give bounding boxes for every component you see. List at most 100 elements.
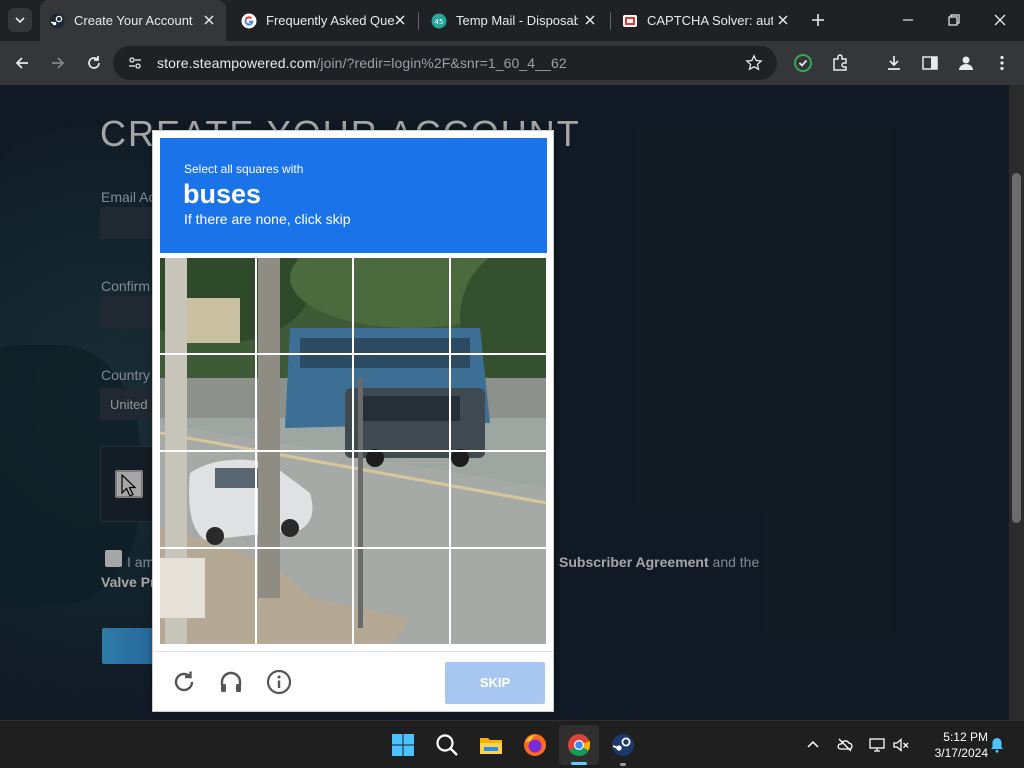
system-clock[interactable]: 5:12 PM 3/17/2024	[918, 729, 988, 761]
captcha-target-object: buses	[183, 179, 262, 209]
tab-captcha-solver[interactable]: CAPTCHA Solver: auto	[612, 0, 800, 41]
tab-separator	[418, 12, 419, 30]
captcha-image-grid	[160, 258, 547, 645]
search-icon[interactable]	[434, 732, 460, 758]
firefox-icon[interactable]	[522, 732, 548, 758]
steam-icon	[49, 13, 65, 28]
browser-toolbar: store.steampowered.com/join/?redir=login…	[0, 41, 1024, 85]
captcha-instruction: Select all squares with	[184, 162, 304, 176]
onedrive-offline-icon[interactable]	[836, 736, 854, 754]
tab-search-button[interactable]	[8, 8, 32, 32]
network-icon[interactable]	[868, 736, 886, 754]
captcha-tile-image	[451, 258, 546, 353]
running-app-indicator	[620, 763, 626, 766]
minimize-icon[interactable]	[898, 10, 918, 30]
captcha-tile-image	[354, 452, 449, 547]
extensions-puzzle-icon[interactable]	[830, 53, 850, 73]
tab-title: Create Your Account	[74, 13, 193, 28]
notification-bell-icon[interactable]	[988, 736, 1006, 754]
captcha-tile[interactable]	[451, 452, 546, 547]
volume-muted-icon[interactable]	[892, 736, 910, 754]
audio-icon[interactable]	[218, 669, 244, 695]
side-panel-icon[interactable]	[920, 53, 940, 73]
forward-icon[interactable]	[48, 53, 68, 73]
menu-dots-icon[interactable]	[992, 53, 1012, 73]
steam-icon[interactable]	[610, 732, 636, 758]
captcha-tile[interactable]	[354, 549, 449, 644]
captcha-tile[interactable]	[451, 355, 546, 450]
captcha-tile[interactable]	[160, 549, 255, 644]
captcha-tile-image	[160, 452, 255, 547]
captcha-tile[interactable]	[257, 355, 352, 450]
profile-avatar-icon[interactable]	[956, 53, 976, 73]
info-icon[interactable]	[266, 669, 292, 695]
tab-title: Temp Mail - Disposab	[456, 13, 578, 28]
tab-title: Frequently Asked Que	[266, 13, 395, 28]
captcha-challenge: Select all squares with buses If there a…	[152, 130, 554, 712]
skip-button[interactable]: SKIP	[445, 662, 545, 704]
tab-title: CAPTCHA Solver: auto	[647, 13, 773, 28]
tab-strip: Create Your Account Frequently Asked Que…	[0, 0, 1024, 41]
captcha-tile-image	[354, 355, 449, 450]
close-window-icon[interactable]	[990, 10, 1010, 30]
tab-create-account[interactable]: Create Your Account	[40, 0, 226, 41]
captcha-footer: SKIP	[153, 651, 553, 711]
captcha-tile-image	[451, 452, 546, 547]
site-info-icon[interactable]	[127, 55, 143, 71]
windows-taskbar: 5:12 PM 3/17/2024	[0, 720, 1024, 768]
tab-temp-mail[interactable]: 45 Temp Mail - Disposab	[421, 0, 607, 41]
close-icon[interactable]	[393, 13, 407, 27]
captcha-tile-image	[257, 355, 352, 450]
captcha-tile[interactable]	[160, 355, 255, 450]
chevron-down-icon	[15, 17, 25, 24]
captcha-tile-image	[257, 258, 352, 353]
reload-icon[interactable]	[171, 669, 197, 695]
captcha-solver-icon	[623, 14, 637, 27]
captcha-tile[interactable]	[257, 549, 352, 644]
captcha-hint: If there are none, click skip	[184, 211, 351, 227]
url-host: store.steampowered.com	[157, 55, 317, 71]
tab-separator	[610, 12, 611, 30]
chrome-icon[interactable]	[566, 732, 592, 758]
chevron-up-icon[interactable]	[804, 736, 822, 754]
captcha-tile[interactable]	[354, 452, 449, 547]
extension-shield-icon[interactable]	[793, 53, 813, 73]
close-icon[interactable]	[776, 13, 790, 27]
captcha-tile-image	[257, 452, 352, 547]
clock-time: 5:12 PM	[943, 730, 988, 744]
url-text: store.steampowered.com/join/?redir=login…	[157, 55, 567, 71]
captcha-tile-image	[451, 549, 546, 644]
captcha-tile-image	[354, 258, 449, 353]
address-bar[interactable]: store.steampowered.com/join/?redir=login…	[113, 46, 777, 80]
active-app-indicator	[571, 762, 587, 765]
captcha-tile[interactable]	[160, 452, 255, 547]
captcha-header: Select all squares with buses If there a…	[160, 138, 547, 253]
back-icon[interactable]	[12, 53, 32, 73]
captcha-tile[interactable]	[257, 258, 352, 353]
captcha-tile[interactable]	[451, 258, 546, 353]
download-icon[interactable]	[884, 53, 904, 73]
close-icon[interactable]	[583, 13, 597, 27]
captcha-tile-image	[354, 549, 449, 644]
tab-faq[interactable]: Frequently Asked Que	[231, 0, 417, 41]
captcha-tile-image	[257, 549, 352, 644]
captcha-tile[interactable]	[354, 258, 449, 353]
new-tab-icon[interactable]	[808, 10, 828, 30]
file-explorer-icon[interactable]	[478, 732, 504, 758]
clock-date: 3/17/2024	[934, 746, 988, 760]
url-path: /join/?redir=login%2F&snr=1_60_4__62	[316, 55, 567, 71]
captcha-tile[interactable]	[160, 258, 255, 353]
scrollbar-thumb[interactable]	[1012, 173, 1021, 523]
captcha-tile[interactable]	[257, 452, 352, 547]
captcha-tile[interactable]	[354, 355, 449, 450]
reload-icon[interactable]	[84, 53, 104, 73]
captcha-tile-image	[160, 549, 255, 644]
restore-icon[interactable]	[944, 10, 964, 30]
captcha-tile-image	[160, 355, 255, 450]
start-icon[interactable]	[390, 732, 416, 758]
close-icon[interactable]	[202, 13, 216, 27]
page-scrollbar[interactable]	[1009, 85, 1024, 720]
bookmark-star-icon[interactable]	[745, 54, 763, 72]
captcha-tile-image	[160, 258, 255, 353]
captcha-tile[interactable]	[451, 549, 546, 644]
